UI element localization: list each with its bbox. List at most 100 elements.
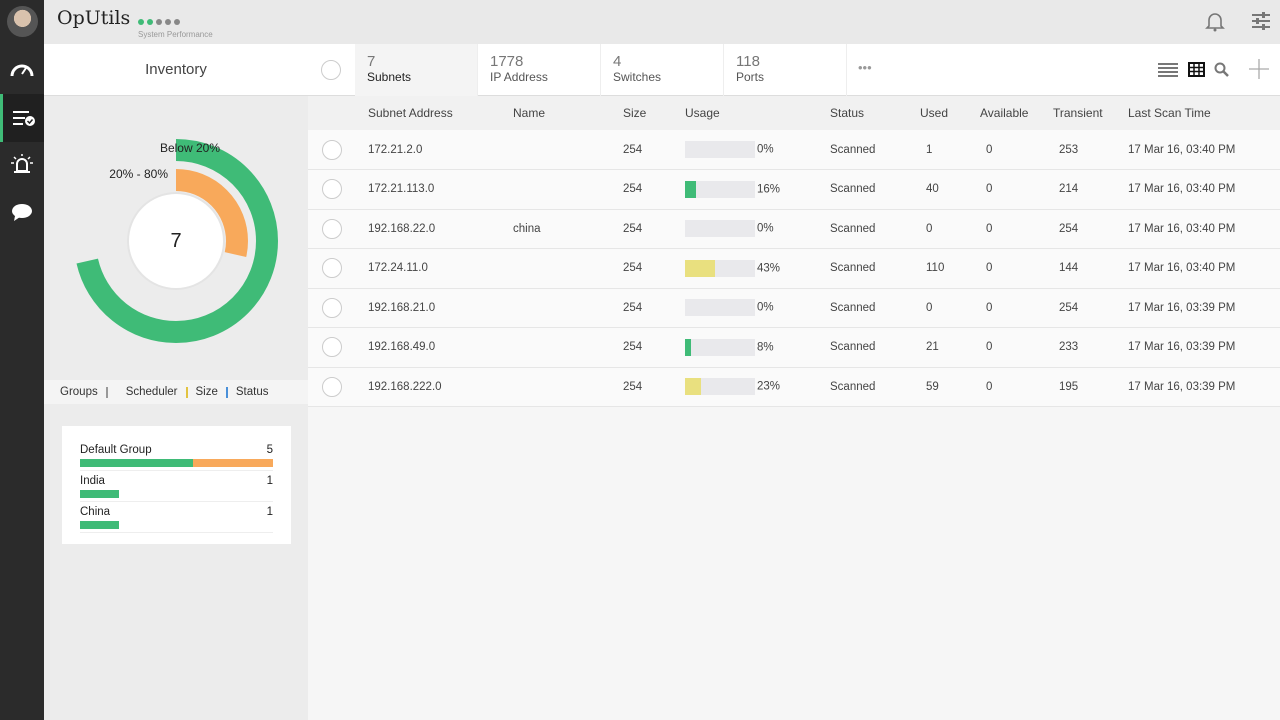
group-subtabs: Groups Scheduler Size Status [44,380,308,404]
table-row[interactable]: 172.21.2.0 254 0% Scanned 1 0 253 17 Mar 16, 03… [308,130,1280,170]
avatar[interactable] [7,6,38,37]
cell-name [513,248,623,289]
subtab-size[interactable]: Size [188,386,226,398]
cell-trans: 195 [1053,367,1128,407]
usage-percent: 0% [757,222,774,235]
group-bar-orange [193,459,273,467]
tab-count: 4 [613,53,622,70]
cell-used: 0 [920,288,980,328]
subnets-table: Subnet Address Name Size Usage Status Used Ava… [308,96,1280,407]
cell-avail: 0 [980,169,1053,210]
subtab-groups[interactable]: Groups [44,386,106,398]
cell-used: 21 [920,327,980,368]
tab-subnets[interactable]: 7 Subnets [355,44,478,96]
table-row[interactable]: 192.168.222.0 254 23% Scanned 59 0 195 17 Mar 1… [308,367,1280,407]
cell-avail: 0 [980,288,1053,328]
column-header[interactable]: Transient [1053,96,1128,130]
usage-percent: 8% [757,341,774,354]
usage-percent: 0% [757,143,774,156]
perf-dot [138,19,144,25]
column-header[interactable]: Usage [685,96,830,130]
row-checkbox[interactable] [322,258,342,279]
cell-size: 254 [623,130,685,170]
column-header[interactable]: Size [623,96,685,130]
table-row[interactable]: 192.168.21.0 254 0% Scanned 0 0 254 17 Mar 16, … [308,288,1280,328]
group-row[interactable]: Default Group 5 [80,440,273,471]
settings-sliders-icon[interactable] [1250,10,1272,38]
table-row[interactable]: 192.168.22.0 china 254 0% Scanned 0 0 254 17 Mar… [308,209,1280,249]
group-row[interactable]: India 1 [80,471,273,502]
column-header[interactable]: Subnet Address [368,96,513,130]
cell-status: Scanned [830,130,920,170]
usage-bar [685,338,755,356]
subtab-status[interactable]: Status [228,386,277,398]
cell-time: 17 Mar 16, 03:40 PM [1128,209,1280,249]
cell-used: 59 [920,367,980,407]
cell-usage: 43% [685,248,830,289]
notifications-bell-icon[interactable] [1204,10,1226,38]
column-header[interactable]: Status [830,96,920,130]
column-header[interactable]: Used [920,96,980,130]
list-view-icon[interactable] [1158,62,1178,83]
row-select-cell [308,288,368,328]
app-logo: OpUtils [57,7,131,29]
search-icon[interactable] [1214,62,1230,83]
inventory-icon[interactable] [0,94,44,142]
group-bar [80,459,273,467]
cell-usage: 16% [685,169,830,210]
cell-size: 254 [623,169,685,210]
chat-icon[interactable] [0,189,44,237]
tab-label: Subnets [367,70,412,84]
usage-bar [685,141,755,158]
tab-ports[interactable]: 118 Ports [724,44,847,96]
row-checkbox[interactable] [322,218,342,239]
row-select-cell [308,209,368,249]
tab-ip-address[interactable]: 1778 IP Address [478,44,601,96]
cell-used: 0 [920,209,980,249]
cell-addr: 172.24.11.0 [368,248,513,289]
cell-used: 110 [920,248,980,289]
cell-addr: 172.21.113.0 [368,169,513,210]
group-count: 5 [266,444,273,456]
tab-switches[interactable]: 4 Switches [601,44,724,96]
left-panel: Below 20% 20% - 80% 7 Groups Scheduler S… [44,96,308,720]
group-row[interactable]: China 1 [80,502,273,533]
row-checkbox[interactable] [322,297,342,318]
row-checkbox[interactable] [322,376,342,397]
column-header[interactable]: Available [980,96,1053,130]
row-checkbox[interactable] [322,139,342,160]
row-checkbox[interactable] [322,337,342,358]
grid-view-icon[interactable] [1188,62,1205,82]
table-row[interactable]: 172.24.11.0 254 43% Scanned 110 0 144 17 Mar 16… [308,248,1280,289]
more-tabs-button[interactable]: ••• [858,60,872,75]
select-all-checkbox[interactable] [321,60,341,80]
row-select-cell [308,327,368,368]
perf-dot [156,19,162,25]
cell-used: 40 [920,169,980,210]
cell-usage: 23% [685,367,830,407]
usage-bar-fill [685,180,697,198]
table-row[interactable]: 172.21.113.0 254 16% Scanned 40 0 214 17 Mar 16… [308,169,1280,210]
cell-addr: 172.21.2.0 [368,130,513,170]
table-row[interactable]: 192.168.49.0 254 8% Scanned 21 0 233 17 Mar 16,… [308,327,1280,368]
perf-dot [147,19,153,25]
usage-percent: 43% [757,262,781,275]
column-header[interactable]: Name [513,96,623,130]
column-header[interactable]: Last Scan Time [1128,96,1280,130]
perf-dot [174,19,180,25]
alarms-icon[interactable] [0,141,44,189]
cell-usage: 8% [685,327,830,368]
cell-usage: 0% [685,130,830,170]
sidebar-rail [0,0,44,720]
cell-time: 17 Mar 16, 03:40 PM [1128,130,1280,170]
cell-avail: 0 [980,367,1053,407]
group-bar [80,490,119,498]
usage-percent: 23% [757,380,781,393]
system-performance-indicator[interactable]: System Performance [138,12,213,39]
group-bar-green [80,521,119,529]
row-checkbox[interactable] [322,179,342,200]
subtab-scheduler[interactable]: Scheduler [108,386,186,398]
row-select-cell [308,169,368,210]
dashboard-icon[interactable] [0,45,44,93]
add-icon[interactable] [1249,59,1269,84]
